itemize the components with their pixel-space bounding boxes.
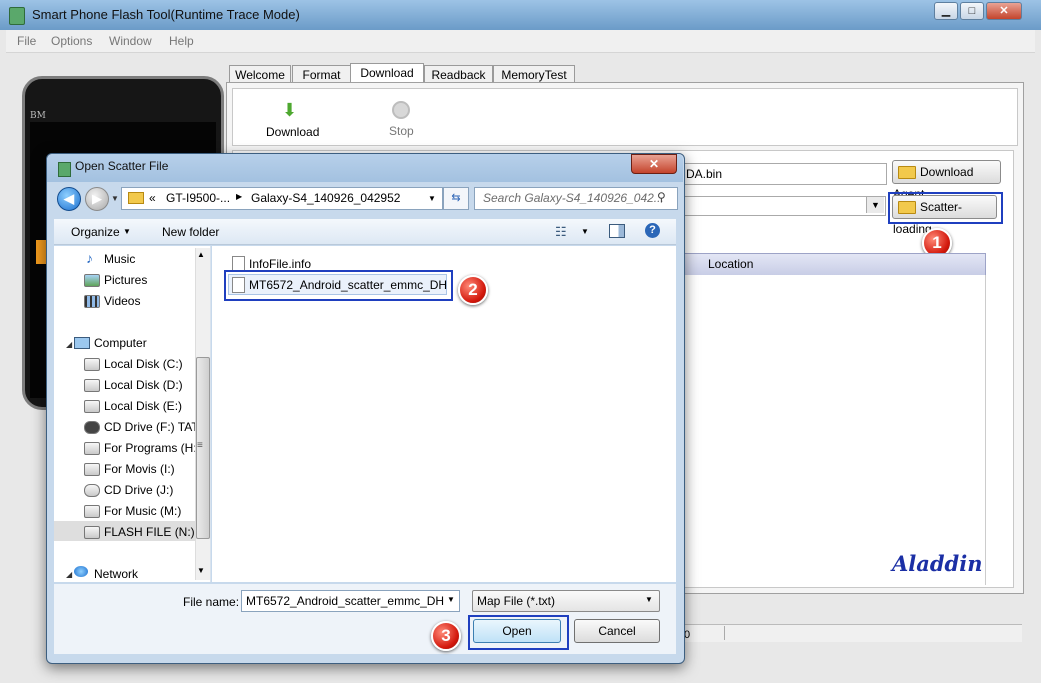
forward-arrow-icon[interactable]: ▶	[85, 187, 109, 211]
phone-brand-text: BM	[30, 111, 46, 121]
dialog-app-icon	[58, 162, 71, 177]
status-divider	[724, 626, 725, 640]
preview-pane-icon[interactable]	[609, 224, 625, 238]
new-folder-button[interactable]: New folder	[162, 225, 219, 239]
scrollbar-grip-icon: ≡	[197, 440, 203, 451]
file-item-infofile[interactable]: InfoFile.info	[249, 257, 311, 271]
breadcrumb-arrow-icon[interactable]: ▶	[236, 192, 242, 201]
download-agent-path-field[interactable]: DA.bin	[683, 163, 887, 185]
chevron-down-icon[interactable]: ▼	[123, 227, 131, 236]
drive-icon	[84, 526, 100, 539]
chevron-down-icon[interactable]: ▼	[645, 591, 653, 609]
menu-options[interactable]: Options	[51, 34, 92, 48]
file-selection-highlight	[224, 270, 453, 301]
view-options-icon[interactable]: ☷	[555, 224, 567, 240]
nav-item-for-programs-h[interactable]: For Programs (H:	[104, 441, 197, 455]
app-icon	[9, 7, 25, 25]
location-column-header[interactable]: Location	[683, 253, 986, 276]
scroll-down-icon[interactable]: ▼	[197, 566, 205, 575]
organize-button[interactable]: Organize	[71, 225, 120, 239]
nav-item-pictures[interactable]: Pictures	[104, 273, 147, 287]
back-arrow-icon[interactable]: ◀	[57, 187, 81, 211]
expand-arrow-icon[interactable]: ◢	[66, 570, 72, 579]
menu-window[interactable]: Window	[109, 34, 152, 48]
drive-icon	[84, 505, 100, 518]
drive-icon	[84, 442, 100, 455]
scatter-loading-highlight	[888, 192, 1003, 224]
chevron-down-icon[interactable]: ▼	[866, 197, 884, 213]
cd-drive-icon	[84, 484, 100, 497]
file-type-select[interactable]: Map File (*.txt)	[472, 590, 660, 612]
expand-arrow-icon[interactable]: ◢	[66, 340, 72, 349]
cd-drive-icon	[84, 421, 100, 434]
file-name-label: File name:	[183, 595, 240, 609]
main-window-title: Smart Phone Flash Tool(Runtime Trace Mod…	[32, 7, 300, 22]
open-button-highlight	[468, 615, 569, 650]
cancel-button[interactable]: Cancel	[574, 619, 660, 643]
nav-item-cd-drive-f[interactable]: CD Drive (F:) TAT	[104, 420, 199, 434]
nav-item-local-disk-d[interactable]: Local Disk (D:)	[104, 378, 183, 392]
nav-item-local-disk-c[interactable]: Local Disk (C:)	[104, 357, 183, 371]
maximize-button[interactable]: □	[960, 2, 984, 20]
nav-item-local-disk-e[interactable]: Local Disk (E:)	[104, 399, 182, 413]
scroll-up-icon[interactable]: ▲	[197, 250, 205, 259]
music-icon: ♪	[86, 250, 93, 266]
drive-icon	[84, 379, 100, 392]
download-button[interactable]: Download	[266, 125, 319, 139]
drive-icon	[84, 463, 100, 476]
folder-icon	[128, 192, 144, 204]
minimize-button[interactable]: ▁	[934, 2, 958, 20]
chevron-down-icon[interactable]: ▼	[444, 591, 458, 609]
refresh-icon[interactable]: ⇆	[443, 187, 469, 210]
chevron-down-icon[interactable]: ▼	[581, 227, 589, 236]
step-badge-3: 3	[431, 621, 461, 651]
videos-icon	[84, 295, 100, 308]
menu-file[interactable]: File	[17, 34, 36, 48]
help-icon[interactable]: ?	[645, 223, 660, 238]
nav-item-videos[interactable]: Videos	[104, 294, 140, 308]
download-toolbar	[232, 88, 1018, 146]
drive-icon	[84, 358, 100, 371]
watermark-text: Aladdin	[892, 551, 983, 576]
menubar	[6, 30, 1035, 53]
search-placeholder: Search Galaxy-S4_140926_042...	[483, 191, 664, 205]
breadcrumb-segment-2[interactable]: Galaxy-S4_140926_042952	[251, 191, 400, 205]
nav-item-network[interactable]: Network	[94, 567, 138, 581]
nav-item-computer[interactable]: Computer	[94, 336, 147, 350]
scatter-file-combo[interactable]	[683, 196, 886, 216]
nav-item-cd-drive-j[interactable]: CD Drive (J:)	[104, 483, 173, 497]
download-agent-button[interactable]: Download Agent	[892, 160, 1001, 201]
stop-icon[interactable]	[392, 101, 410, 119]
step-badge-2: 2	[458, 275, 488, 305]
nav-item-for-movis-i[interactable]: For Movis (I:)	[104, 462, 175, 476]
nav-item-for-music-m[interactable]: For Music (M:)	[104, 504, 181, 518]
network-icon	[74, 566, 88, 577]
address-overflow-icon[interactable]: «	[149, 191, 156, 205]
history-dropdown-icon[interactable]: ▼	[111, 194, 119, 203]
dialog-close-button[interactable]: ✕	[631, 154, 677, 174]
dialog-right-edge	[676, 246, 681, 582]
nav-item-music[interactable]: Music	[104, 252, 135, 266]
menu-help[interactable]: Help	[169, 34, 194, 48]
chevron-down-icon[interactable]: ▼	[428, 194, 436, 203]
search-icon[interactable]: ⚲	[657, 190, 666, 204]
close-button[interactable]: ✕	[986, 2, 1022, 20]
partition-grid	[683, 275, 986, 585]
drive-icon	[84, 400, 100, 413]
breadcrumb-segment-1[interactable]: GT-I9500-...	[166, 191, 230, 205]
file-name-input[interactable]: MT6572_Android_scatter_emmc_DH	[241, 590, 460, 612]
computer-icon	[74, 337, 90, 349]
download-arrow-icon[interactable]: ⬇	[282, 100, 297, 121]
stop-button[interactable]: Stop	[389, 124, 414, 138]
pictures-icon	[84, 274, 100, 287]
nav-item-flash-file-n[interactable]: FLASH FILE (N:)	[104, 525, 195, 539]
folder-icon	[898, 166, 916, 180]
dialog-title: Open Scatter File	[75, 159, 169, 173]
